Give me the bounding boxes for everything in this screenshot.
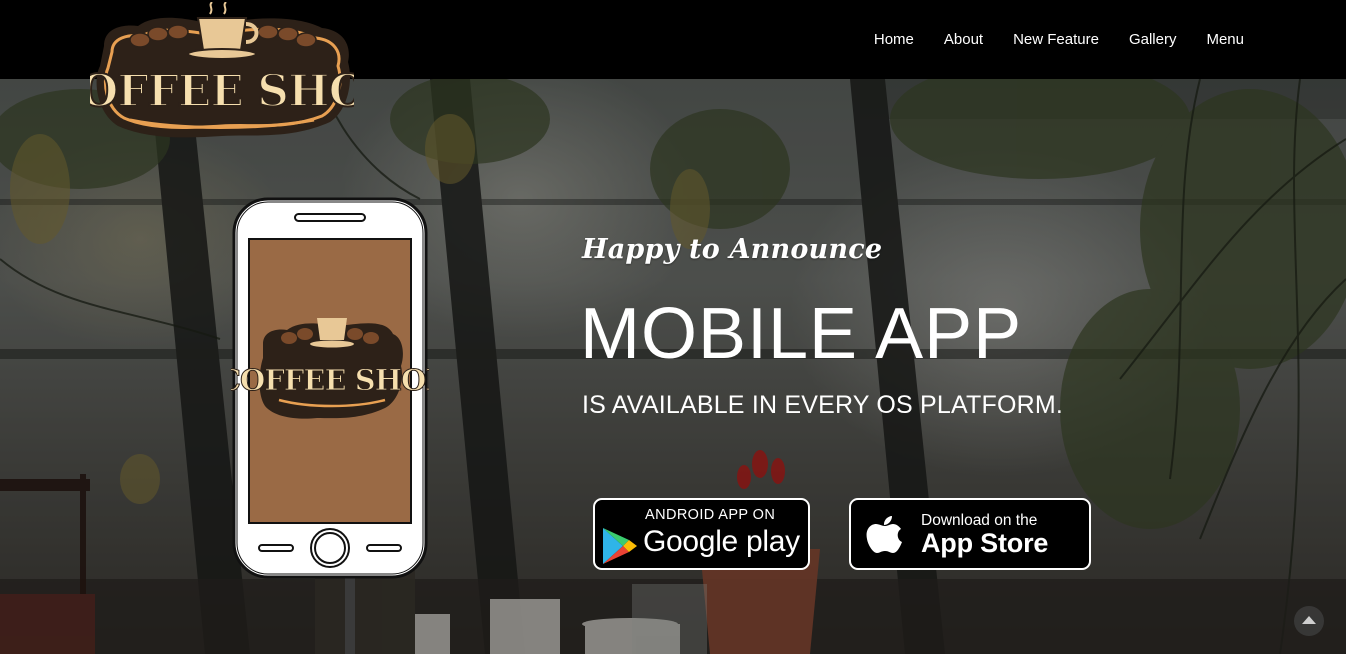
announcement-kicker: Happy to Announce (582, 234, 883, 265)
nav-gallery-link[interactable]: Gallery (1129, 30, 1177, 49)
nav-new-feature-link[interactable]: New Feature (1013, 30, 1099, 49)
nav-menu-link[interactable]: Menu (1206, 30, 1244, 49)
apple-icon (865, 512, 905, 561)
google-badge-caption: ANDROID APP ON (645, 507, 776, 523)
hero-copy: Happy to Announce MOBILE APP IS AVAILABL… (580, 230, 1064, 420)
brand-logo[interactable]: COFFEE SHOP (45, 1, 400, 142)
app-store-badge[interactable]: Download on the App Store (849, 498, 1091, 570)
svg-text:COFFEE SHOP: COFFEE SHOP (231, 363, 429, 397)
google-badge-title: Google play (643, 525, 800, 558)
landing-page: Home About New Feature Gallery Menu OFFE… (0, 0, 1346, 654)
hero-headline: MOBILE APP (580, 294, 1023, 374)
google-play-icon (601, 526, 639, 571)
nav-about-link[interactable]: About (944, 30, 983, 49)
phone-illustration: COFFEE SHOP (217, 196, 449, 580)
hero-subline: IS AVAILABLE IN EVERY OS PLATFORM. (582, 391, 1064, 419)
main-nav: Home About New Feature Gallery Menu (844, 30, 1244, 49)
nav-home-link[interactable]: Home (874, 30, 914, 49)
apple-badge-title: App Store (921, 528, 1049, 558)
google-play-badge[interactable]: ANDROID APP ON Google play (593, 498, 810, 570)
chevron-up-icon (1302, 616, 1316, 624)
logo-text: COFFEE SHOP (90, 66, 354, 117)
scroll-to-top-button[interactable] (1294, 606, 1324, 636)
